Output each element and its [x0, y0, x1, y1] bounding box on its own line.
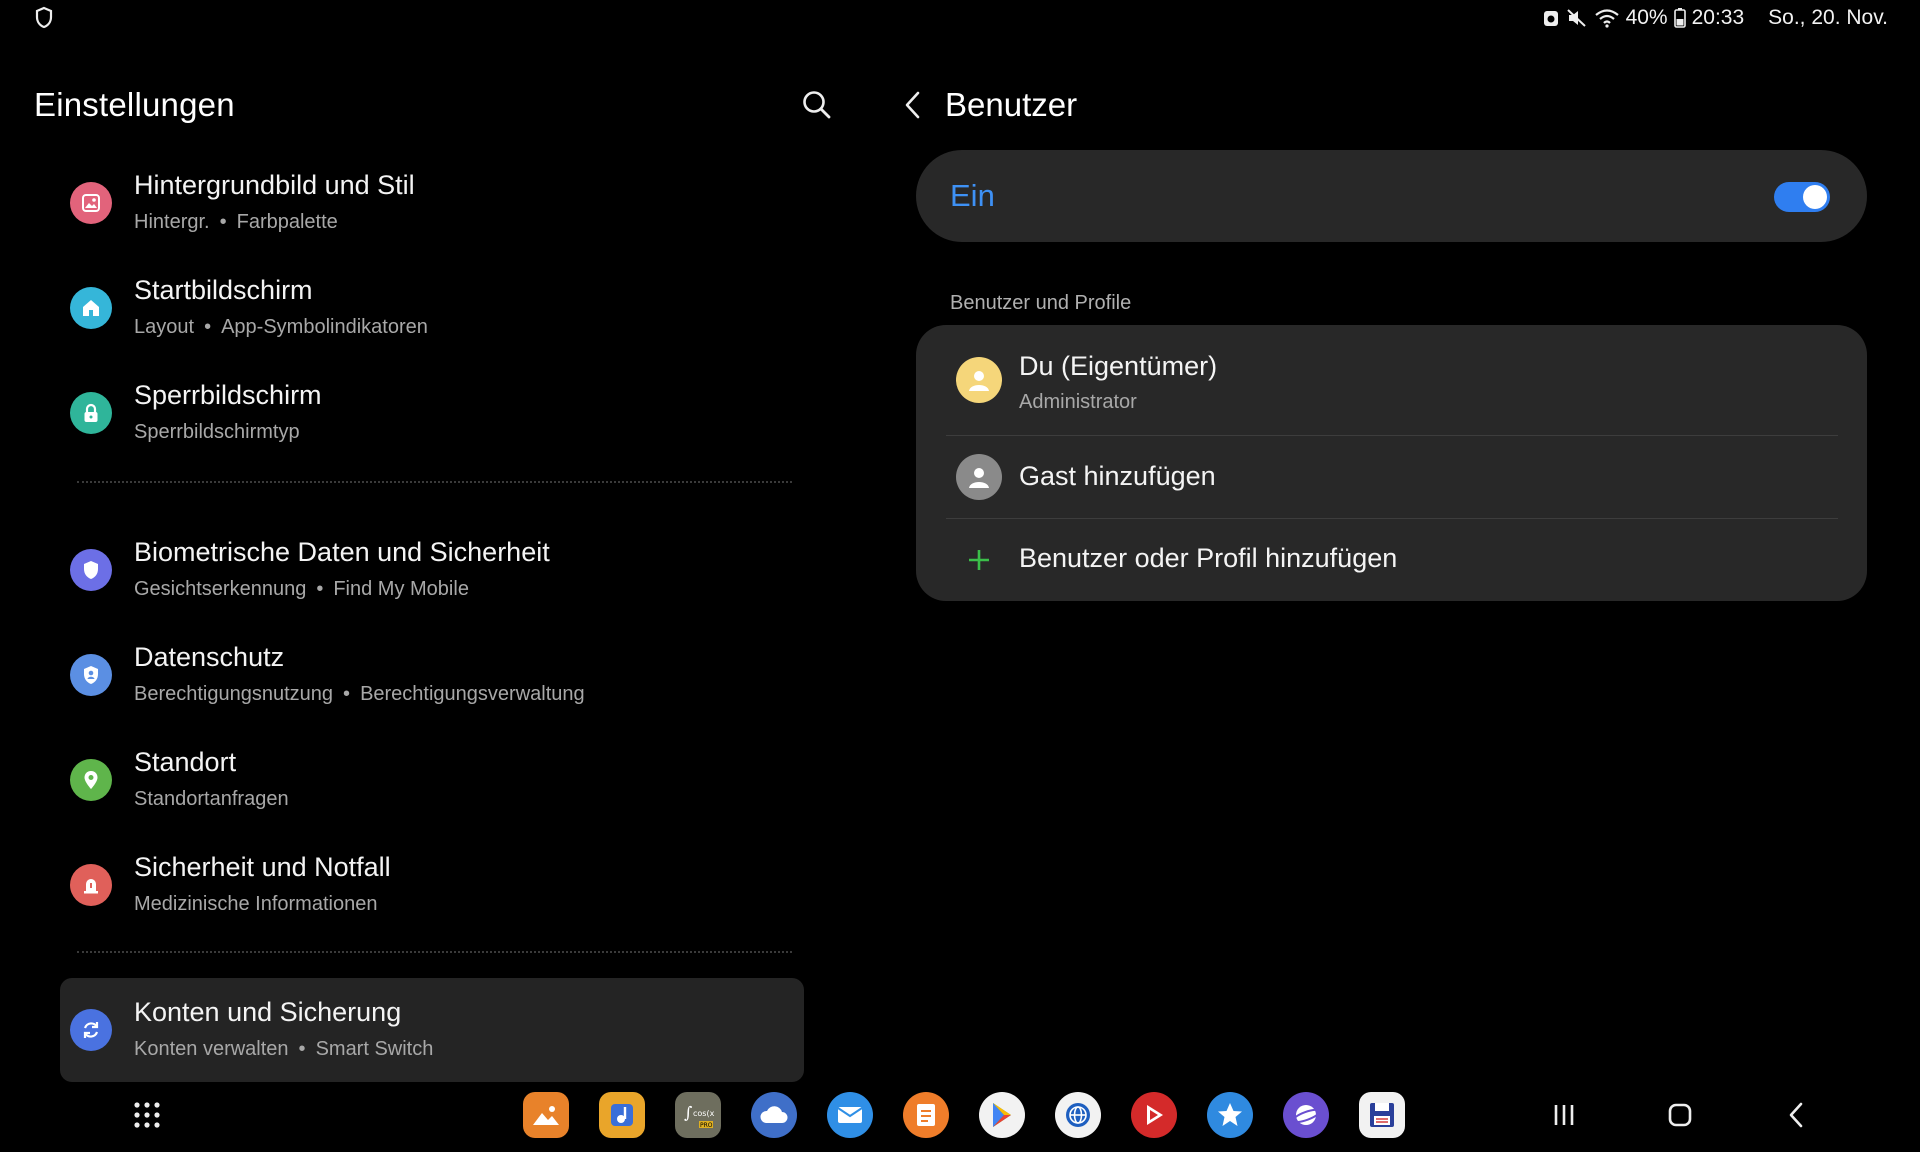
- wifi-icon: [1594, 8, 1620, 28]
- shield-status-icon: [34, 6, 54, 30]
- browser-icon[interactable]: [1055, 1092, 1101, 1138]
- lock-icon: [70, 392, 112, 434]
- settings-item-lock-screen[interactable]: Sperrbildschirm Sperrbildschirmtyp: [60, 368, 800, 458]
- owner-avatar-icon: [956, 357, 1002, 403]
- gallery-icon[interactable]: [523, 1092, 569, 1138]
- add-guest-label: Gast hinzufügen: [1019, 461, 1216, 491]
- settings-item-subtitle: Layout • App-Symbolindikatoren: [134, 316, 428, 338]
- apps-grid-icon[interactable]: [132, 1100, 162, 1130]
- settings-item-subtitle: Gesichtserkennung • Find My Mobile: [134, 578, 469, 600]
- nav-back-button[interactable]: [1780, 1100, 1814, 1130]
- recent-apps-button[interactable]: [1547, 1100, 1581, 1130]
- settings-item-subtitle: Medizinische Informationen: [134, 893, 378, 915]
- cloud-icon[interactable]: [751, 1092, 797, 1138]
- settings-item-accounts-backup[interactable]: Konten und Sicherung Konten verwalten • Sm…: [60, 985, 800, 1075]
- wallpaper-icon: [70, 182, 112, 224]
- notes-icon[interactable]: [903, 1092, 949, 1138]
- star-app-icon[interactable]: [1207, 1092, 1253, 1138]
- settings-item-title: Konten und Sicherung: [134, 997, 402, 1027]
- guest-avatar-icon: [956, 454, 1002, 500]
- svg-text:∫: ∫: [684, 1103, 692, 1122]
- users-panel: Benutzer Ein Benutzer und Profile Du (Ei…: [880, 60, 1920, 1060]
- settings-item-title: Standort: [134, 747, 237, 777]
- owner-role: Administrator: [1019, 391, 1137, 413]
- shield-icon: [70, 549, 112, 591]
- video-icon[interactable]: [1131, 1092, 1177, 1138]
- back-button[interactable]: [898, 88, 928, 122]
- add-user-label: Benutzer oder Profil hinzufügen: [1019, 543, 1398, 573]
- users-title: Benutzer: [945, 86, 1078, 123]
- save-disk-icon[interactable]: [1359, 1092, 1405, 1138]
- chevron-left-icon: [905, 91, 920, 119]
- divider: [77, 951, 792, 953]
- users-toggle-switch[interactable]: [1774, 182, 1830, 212]
- settings-item-subtitle: Standortanfragen: [134, 788, 289, 810]
- settings-item-subtitle: Berechtigungsnutzung • Berechtigungsverwal…: [134, 683, 585, 705]
- settings-item-title: Biometrische Daten und Sicherheit: [134, 537, 550, 567]
- svg-text:cos(x): cos(x): [693, 1109, 715, 1118]
- settings-item-safety-emergency[interactable]: Sicherheit und Notfall Medizinische Info…: [60, 840, 800, 930]
- mail-icon[interactable]: [827, 1092, 873, 1138]
- owner-name: Du (Eigentümer): [1019, 351, 1218, 381]
- toggle-label: Ein: [950, 178, 995, 213]
- settings-item-subtitle: Konten verwalten • Smart Switch: [134, 1038, 434, 1060]
- home-icon: [70, 287, 112, 329]
- taskbar: ∫ cos(x) PRO: [0, 1090, 1920, 1152]
- mute-icon: [1566, 8, 1588, 28]
- battery-percent: 40%: [1625, 6, 1668, 29]
- users-list-card: Du (Eigentümer) Administrator Gast hinzu…: [916, 325, 1867, 601]
- settings-item-title: Sicherheit und Notfall: [134, 852, 391, 882]
- date: So., 20. Nov.: [1768, 6, 1888, 29]
- recent-apps-icon: [1554, 1105, 1574, 1125]
- sync-icon: [70, 1009, 112, 1051]
- settings-item-title: Sperrbildschirm: [134, 380, 322, 410]
- privacy-shield-icon: [70, 654, 112, 696]
- settings-item-wallpaper[interactable]: Hintergrundbild und Stil Hintergr. • Farbp…: [60, 158, 800, 248]
- settings-item-title: Datenschutz: [134, 642, 285, 672]
- play-store-icon[interactable]: [979, 1092, 1025, 1138]
- settings-item-biometrics[interactable]: Biometrische Daten und Sicherheit Gesich…: [60, 525, 800, 615]
- users-master-toggle-row[interactable]: Ein: [916, 150, 1867, 242]
- settings-panel: Einstellungen Hintergrundbild und Stil H…: [0, 60, 860, 1082]
- back-nav-icon: [1789, 1102, 1803, 1128]
- svg-text:PRO: PRO: [700, 1122, 713, 1129]
- divider: [77, 481, 792, 483]
- settings-item-location[interactable]: Standort Standortanfragen: [60, 735, 800, 825]
- status-bar: 40% 20:33 So., 20. Nov.: [0, 0, 1920, 34]
- home-button[interactable]: [1663, 1100, 1697, 1130]
- emergency-icon: [70, 864, 112, 906]
- music-icon[interactable]: [599, 1092, 645, 1138]
- plus-icon: [956, 537, 1002, 583]
- battery-icon: [1673, 8, 1686, 28]
- section-label: Benutzer und Profile: [950, 292, 1132, 314]
- home-nav-icon: [1668, 1103, 1692, 1127]
- settings-item-subtitle: Sperrbildschirmtyp: [134, 421, 300, 443]
- settings-item-subtitle: Hintergr. • Farbpalette: [134, 211, 338, 233]
- calculator-icon[interactable]: ∫ cos(x) PRO: [675, 1092, 721, 1138]
- settings-item-title: Hintergrundbild und Stil: [134, 170, 415, 200]
- location-pin-icon: [70, 759, 112, 801]
- settings-item-privacy[interactable]: Datenschutz Berechtigungsnutzung • Berecht…: [60, 630, 800, 720]
- add-user-row[interactable]: Benutzer oder Profil hinzufügen: [916, 519, 1867, 601]
- settings-item-title: Startbildschirm: [134, 275, 313, 305]
- clock: 20:33: [1691, 6, 1745, 29]
- internet-icon[interactable]: [1283, 1092, 1329, 1138]
- toggle-knob: [1803, 185, 1827, 209]
- user-row-owner[interactable]: Du (Eigentümer) Administrator: [916, 325, 1867, 435]
- add-guest-row[interactable]: Gast hinzufügen: [916, 436, 1867, 518]
- search-icon[interactable]: [800, 88, 834, 122]
- page-title: Einstellungen: [34, 86, 235, 123]
- alarm-status-icon: [1542, 8, 1560, 28]
- settings-item-home-screen[interactable]: Startbildschirm Layout • App-Symbolindikat…: [60, 263, 800, 353]
